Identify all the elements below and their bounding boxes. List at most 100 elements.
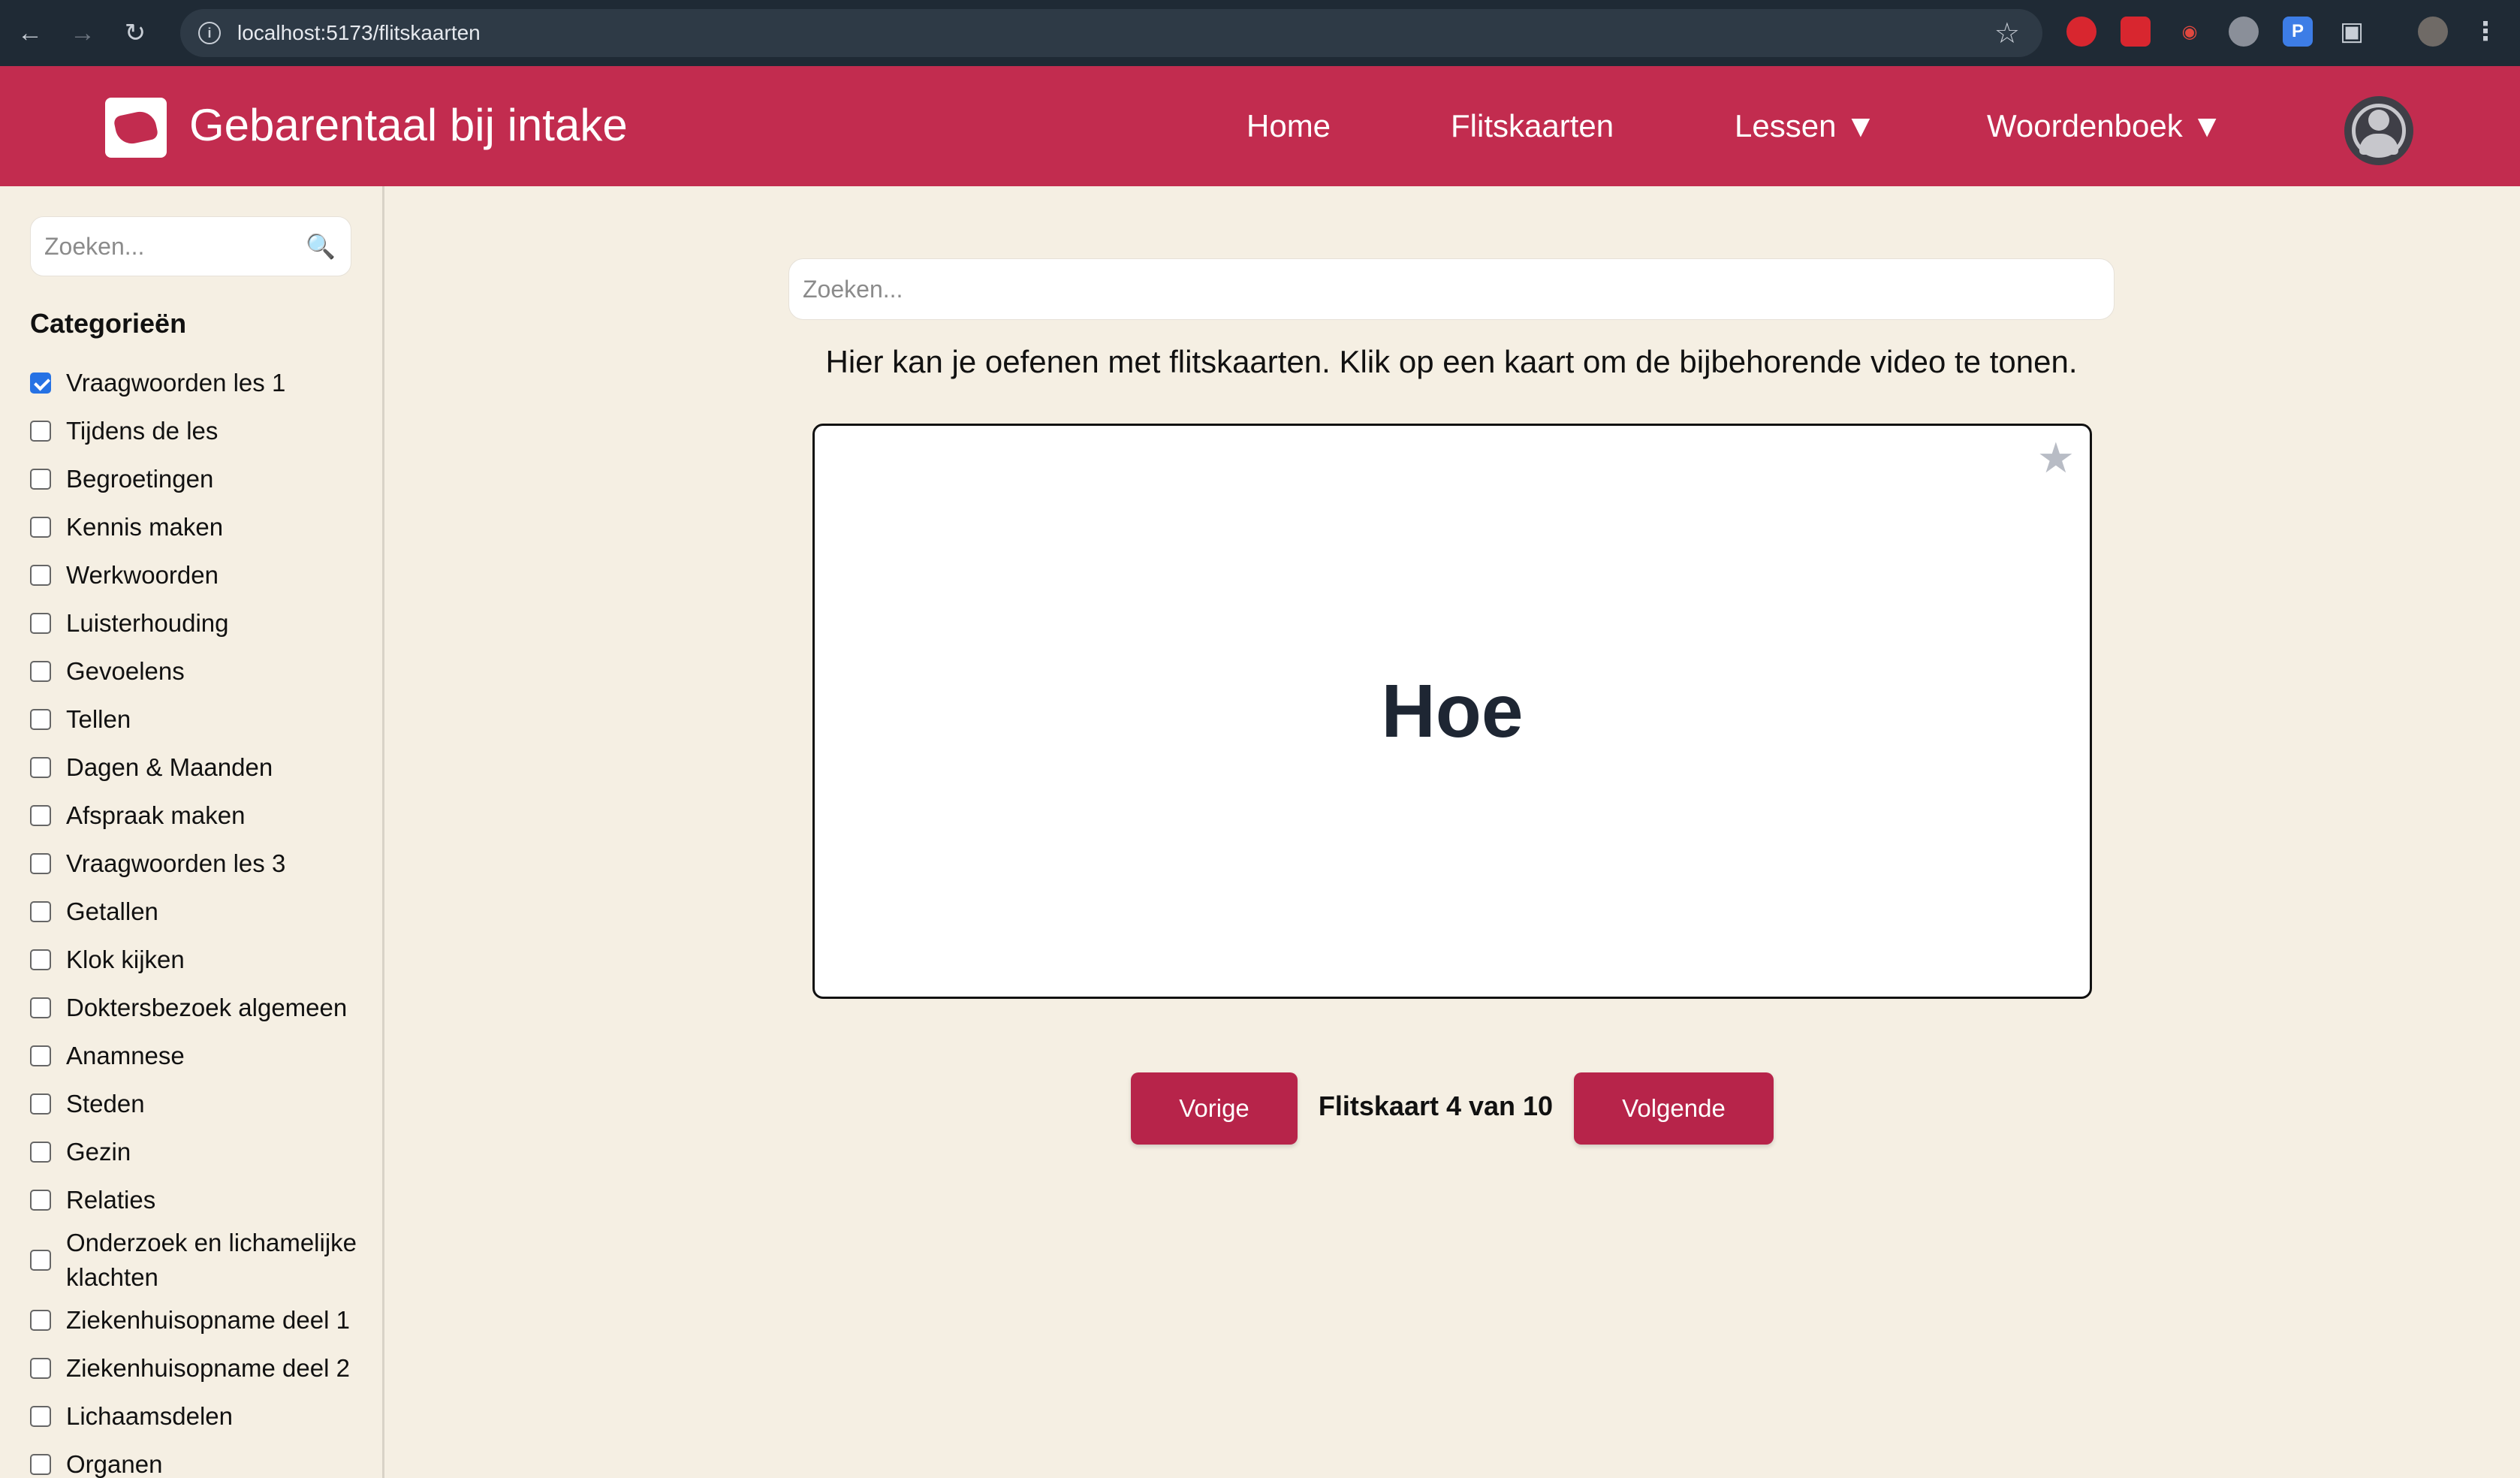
reload-icon[interactable]: ↻ (113, 11, 158, 56)
category-label[interactable]: Klok kijken (66, 943, 185, 977)
category-label[interactable]: Tijdens de les (66, 414, 218, 448)
category-checkbox[interactable] (30, 1142, 51, 1163)
nav-home[interactable]: Home (1246, 108, 1331, 144)
category-item[interactable]: Relaties (30, 1176, 360, 1224)
category-label[interactable]: Lichaamsdelen (66, 1399, 233, 1434)
category-item[interactable]: Gezin (30, 1128, 360, 1176)
category-label[interactable]: Afspraak maken (66, 798, 245, 833)
category-item[interactable]: Tijdens de les (30, 407, 360, 455)
category-checkbox[interactable] (30, 997, 51, 1018)
category-label[interactable]: Onderzoek en lichamelijke klachten (66, 1226, 360, 1295)
forward-icon[interactable]: → (60, 11, 105, 56)
extension-icon[interactable] (2121, 17, 2151, 47)
category-label[interactable]: Doktersbezoek algemeen (66, 991, 347, 1025)
menu-icon[interactable]: ⋮ (2470, 17, 2500, 47)
back-icon[interactable]: ← (8, 11, 53, 56)
nav-woordenboek[interactable]: Woordenboek ▼ (1987, 108, 2223, 144)
category-item[interactable]: Onderzoek en lichamelijke klachten (30, 1224, 360, 1296)
category-checkbox[interactable] (30, 1454, 51, 1475)
category-checkbox[interactable] (30, 901, 51, 922)
address-url[interactable]: localhost:5173/flitskaarten (237, 21, 481, 45)
profile-icon[interactable] (2418, 17, 2448, 47)
category-label[interactable]: Organen (66, 1447, 162, 1478)
category-checkbox[interactable] (30, 613, 51, 634)
category-item[interactable]: Getallen (30, 888, 360, 936)
category-label[interactable]: Gevoelens (66, 654, 185, 689)
category-checkbox[interactable] (30, 1406, 51, 1427)
category-label[interactable]: Vraagwoorden les 1 (66, 366, 285, 400)
user-account-icon[interactable] (2344, 96, 2413, 165)
category-item[interactable]: Steden (30, 1080, 360, 1128)
category-item[interactable]: Luisterhouding (30, 599, 360, 647)
category-checkbox[interactable] (30, 1358, 51, 1379)
category-checkbox[interactable] (30, 805, 51, 826)
category-checkbox[interactable] (30, 661, 51, 682)
category-label[interactable]: Tellen (66, 702, 131, 737)
search-icon[interactable]: 🔍 (306, 232, 336, 261)
app-logo[interactable] (105, 98, 167, 158)
extension-icon[interactable] (2229, 17, 2259, 47)
site-info-icon[interactable]: i (198, 22, 221, 44)
category-label[interactable]: Ziekenhuisopname deel 1 (66, 1303, 350, 1338)
category-item[interactable]: Werkwoorden (30, 551, 360, 599)
category-checkbox[interactable] (30, 1250, 51, 1271)
flashcard-search-input[interactable] (803, 275, 2079, 303)
flashcard-word[interactable]: Hoe (1382, 668, 1524, 755)
category-item[interactable]: Doktersbezoek algemeen (30, 984, 360, 1032)
category-label[interactable]: Luisterhouding (66, 606, 229, 641)
category-label[interactable]: Dagen & Maanden (66, 750, 273, 785)
category-label[interactable]: Relaties (66, 1183, 155, 1217)
previous-button[interactable]: Vorige (1131, 1072, 1298, 1145)
category-item[interactable]: Ziekenhuisopname deel 1 (30, 1296, 360, 1344)
category-label[interactable]: Kennis maken (66, 510, 223, 544)
category-checkbox[interactable] (30, 853, 51, 874)
next-button[interactable]: Volgende (1574, 1072, 1774, 1145)
category-checkbox[interactable] (30, 517, 51, 538)
category-item[interactable]: Organen (30, 1440, 360, 1478)
category-item[interactable]: Ziekenhuisopname deel 2 (30, 1344, 360, 1392)
bookmark-star-icon[interactable]: ☆ (1994, 17, 2020, 50)
category-label[interactable]: Begroetingen (66, 462, 213, 496)
category-label[interactable]: Vraagwoorden les 3 (66, 846, 285, 881)
category-checkbox[interactable] (30, 373, 51, 394)
category-item[interactable]: Lichaamsdelen (30, 1392, 360, 1440)
category-item[interactable]: Afspraak maken (30, 792, 360, 840)
extension-icon[interactable]: P (2283, 17, 2313, 47)
category-item[interactable]: Dagen & Maanden (30, 744, 360, 792)
puzzle-icon[interactable]: ▣ (2337, 17, 2367, 47)
category-label[interactable]: Ziekenhuisopname deel 2 (66, 1351, 350, 1386)
category-item[interactable]: Kennis maken (30, 503, 360, 551)
category-label[interactable]: Getallen (66, 894, 158, 929)
category-checkbox[interactable] (30, 709, 51, 730)
category-checkbox[interactable] (30, 949, 51, 970)
category-item[interactable]: Klok kijken (30, 936, 360, 984)
category-checkbox[interactable] (30, 565, 51, 586)
category-item[interactable]: Gevoelens (30, 647, 360, 695)
sidebar-search-input[interactable] (44, 232, 292, 261)
category-item[interactable]: Vraagwoorden les 3 (30, 840, 360, 888)
main-search (788, 258, 2115, 320)
category-checkbox[interactable] (30, 1190, 51, 1211)
category-label[interactable]: Gezin (66, 1135, 131, 1169)
extension-icon[interactable]: ◉ (2175, 17, 2205, 47)
category-checkbox[interactable] (30, 1045, 51, 1066)
category-checkbox[interactable] (30, 1093, 51, 1115)
category-label[interactable]: Steden (66, 1087, 145, 1121)
category-checkbox[interactable] (30, 1310, 51, 1331)
extension-icon[interactable] (2066, 17, 2096, 47)
category-checkbox[interactable] (30, 757, 51, 778)
category-item[interactable]: Tellen (30, 695, 360, 744)
category-item[interactable]: Vraagwoorden les 1 (30, 359, 360, 407)
category-item[interactable]: Anamnese (30, 1032, 360, 1080)
category-item[interactable]: Begroetingen (30, 455, 360, 503)
app-title[interactable]: Gebarentaal bij intake (189, 99, 628, 151)
category-label[interactable]: Anamnese (66, 1039, 185, 1073)
address-bar[interactable]: i localhost:5173/flitskaarten ☆ (180, 9, 2042, 57)
category-checkbox[interactable] (30, 421, 51, 442)
favorite-star-icon[interactable]: ★ (2037, 433, 2075, 483)
category-label[interactable]: Werkwoorden (66, 558, 219, 593)
nav-lessen[interactable]: Lessen ▼ (1735, 108, 1876, 144)
nav-flitskaarten[interactable]: Flitskaarten (1451, 108, 1614, 144)
flashcard[interactable]: Hoe ★ (812, 424, 2092, 999)
category-checkbox[interactable] (30, 469, 51, 490)
